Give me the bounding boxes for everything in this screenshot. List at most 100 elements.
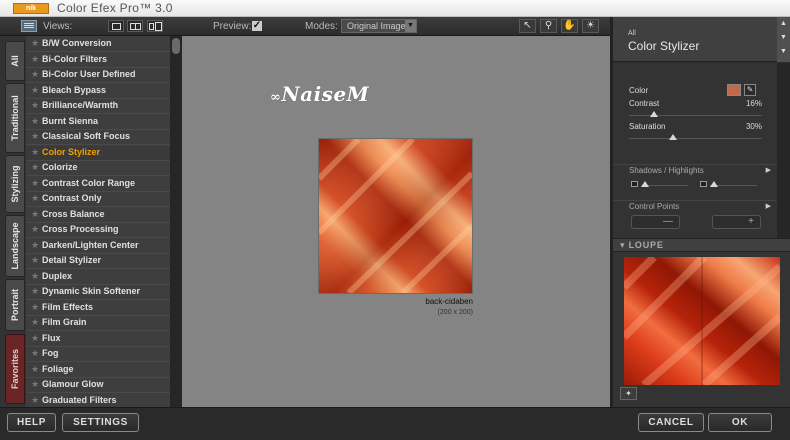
list-item[interactable]: ★ Darken/Lighten Center bbox=[26, 239, 170, 254]
ok-button[interactable]: OK bbox=[708, 413, 772, 432]
pin-icon[interactable]: ✦ bbox=[620, 387, 637, 400]
favorite-star-icon[interactable]: ★ bbox=[31, 178, 39, 189]
list-item[interactable]: ★ B/W Conversion bbox=[26, 37, 170, 52]
favorite-star-icon[interactable]: ★ bbox=[31, 131, 39, 142]
contrast-slider-thumb[interactable] bbox=[650, 111, 658, 117]
tab-landscape[interactable]: Landscape bbox=[5, 215, 25, 277]
list-item[interactable]: ★ Burnt Sienna bbox=[26, 115, 170, 130]
highlights-slider[interactable] bbox=[710, 181, 757, 187]
favorite-star-icon[interactable]: ★ bbox=[31, 224, 39, 235]
favorite-star-icon[interactable]: ★ bbox=[31, 85, 39, 96]
shadows-slider-thumb[interactable] bbox=[641, 181, 649, 187]
control-points-section[interactable]: Control Points ▶ bbox=[613, 200, 777, 214]
add-control-point-button[interactable]: + bbox=[712, 215, 761, 229]
favorite-star-icon[interactable]: ★ bbox=[31, 302, 39, 313]
watermark-label: NaiseM bbox=[281, 82, 370, 106]
tab-stylizing[interactable]: Stylizing bbox=[5, 155, 25, 213]
cancel-button[interactable]: CANCEL bbox=[638, 413, 704, 432]
saturation-slider-thumb[interactable] bbox=[669, 134, 677, 140]
tab-all-label: All bbox=[10, 55, 20, 67]
favorite-star-icon[interactable]: ★ bbox=[31, 209, 39, 220]
mode-select-value: Original Image bbox=[347, 21, 406, 31]
list-item[interactable]: ★ Color Stylizer bbox=[26, 146, 170, 161]
favorite-star-icon[interactable]: ★ bbox=[31, 333, 39, 344]
title-bar: nik Color Efex Pro™ 3.0 bbox=[0, 0, 790, 17]
list-item[interactable]: ★ Foliage bbox=[26, 363, 170, 378]
bulb-icon[interactable]: ☀ bbox=[582, 19, 599, 33]
list-item[interactable]: ★ Glamour Glow bbox=[26, 378, 170, 393]
list-item[interactable]: ★ Brilliance/Warmth bbox=[26, 99, 170, 114]
tab-traditional[interactable]: Traditional bbox=[5, 83, 25, 153]
list-item[interactable]: ★ Duplex bbox=[26, 270, 170, 285]
list-item[interactable]: ★ Colorize bbox=[26, 161, 170, 176]
list-item[interactable]: ★ Classical Soft Focus bbox=[26, 130, 170, 145]
list-item-label: Graduated Filters bbox=[42, 395, 117, 405]
list-item[interactable]: ★ Flux bbox=[26, 332, 170, 347]
list-item[interactable]: ★ Cross Balance bbox=[26, 208, 170, 223]
chevron-down-icon: ▼ bbox=[405, 20, 416, 32]
filter-list-scrollbar[interactable] bbox=[170, 36, 182, 407]
single-view-icon[interactable] bbox=[108, 20, 124, 32]
pointer-icon[interactable]: ↖ bbox=[519, 19, 536, 33]
list-item-label: Dynamic Skin Softener bbox=[42, 286, 141, 296]
side-by-side-view-icon[interactable] bbox=[147, 20, 163, 32]
list-item-label: Duplex bbox=[42, 271, 73, 281]
favorite-star-icon[interactable]: ★ bbox=[31, 348, 39, 359]
favorite-star-icon[interactable]: ★ bbox=[31, 286, 39, 297]
panel-scrollbar[interactable] bbox=[777, 63, 790, 238]
zoom-icon[interactable]: ⚲ bbox=[540, 19, 557, 33]
list-item[interactable]: ★ Cross Processing bbox=[26, 223, 170, 238]
favorite-star-icon[interactable]: ★ bbox=[31, 162, 39, 173]
favorite-star-icon[interactable]: ★ bbox=[31, 317, 39, 328]
shadows-highlights-section[interactable]: Shadows / Highlights ▶ bbox=[613, 164, 777, 178]
preview-checkbox[interactable]: ✓ bbox=[252, 21, 262, 31]
favorite-star-icon[interactable]: ★ bbox=[31, 54, 39, 65]
favorite-star-icon[interactable]: ★ bbox=[31, 147, 39, 158]
list-item[interactable]: ★ Graduated Filters bbox=[26, 394, 170, 407]
list-item[interactable]: ★ Contrast Only bbox=[26, 192, 170, 207]
shadows-highlights-label: Shadows / Highlights bbox=[629, 166, 704, 175]
mode-select[interactable]: Original Image ▼ bbox=[341, 19, 417, 33]
loupe-header[interactable]: ▾ LOUPE bbox=[613, 238, 790, 252]
list-item[interactable]: ★ Film Grain bbox=[26, 316, 170, 331]
favorite-star-icon[interactable]: ★ bbox=[31, 38, 39, 49]
split-view-icon[interactable] bbox=[127, 20, 143, 32]
favorite-star-icon[interactable]: ★ bbox=[31, 395, 39, 406]
list-item[interactable]: ★ Contrast Color Range bbox=[26, 177, 170, 192]
list-view-icon[interactable] bbox=[21, 20, 37, 32]
help-button[interactable]: HELP bbox=[7, 413, 56, 432]
favorite-star-icon[interactable]: ★ bbox=[31, 271, 39, 282]
tab-all[interactable]: All bbox=[5, 41, 25, 81]
saturation-value: 30% bbox=[745, 122, 762, 131]
modes-label: Modes: bbox=[305, 21, 338, 32]
image-name: back-cidaben bbox=[425, 297, 473, 306]
list-item[interactable]: ★ Bi-Color User Defined bbox=[26, 68, 170, 83]
saturation-slider[interactable] bbox=[629, 134, 762, 140]
scrollbar-thumb[interactable] bbox=[172, 38, 180, 54]
panel-arrows[interactable]: ▲ ▼ ▼ bbox=[777, 17, 790, 62]
list-item[interactable]: ★ Detail Stylizer bbox=[26, 254, 170, 269]
favorite-star-icon[interactable]: ★ bbox=[31, 240, 39, 251]
favorite-star-icon[interactable]: ★ bbox=[31, 379, 39, 390]
tab-favorites[interactable]: Favorites bbox=[5, 334, 25, 404]
hand-icon[interactable]: ✋ bbox=[561, 19, 578, 33]
remove-control-point-button[interactable]: — bbox=[631, 215, 680, 229]
tab-portrait[interactable]: Portrait bbox=[5, 279, 25, 331]
highlights-slider-thumb[interactable] bbox=[710, 181, 718, 187]
list-item[interactable]: ★ Film Effects bbox=[26, 301, 170, 316]
settings-button[interactable]: SETTINGS bbox=[62, 413, 139, 432]
favorite-star-icon[interactable]: ★ bbox=[31, 116, 39, 127]
list-item[interactable]: ★ Fog bbox=[26, 347, 170, 362]
list-item[interactable]: ★ Bi-Color Filters bbox=[26, 53, 170, 68]
favorite-star-icon[interactable]: ★ bbox=[31, 364, 39, 375]
contrast-slider[interactable] bbox=[629, 111, 762, 117]
favorite-star-icon[interactable]: ★ bbox=[31, 193, 39, 204]
favorite-star-icon[interactable]: ★ bbox=[31, 69, 39, 80]
favorite-star-icon[interactable]: ★ bbox=[31, 255, 39, 266]
eyedropper-icon[interactable]: ✎ bbox=[744, 84, 756, 96]
favorite-star-icon[interactable]: ★ bbox=[31, 100, 39, 111]
list-item[interactable]: ★ Bleach Bypass bbox=[26, 84, 170, 99]
shadows-slider[interactable] bbox=[641, 181, 688, 187]
list-item[interactable]: ★ Dynamic Skin Softener bbox=[26, 285, 170, 300]
color-swatch[interactable] bbox=[727, 84, 741, 96]
